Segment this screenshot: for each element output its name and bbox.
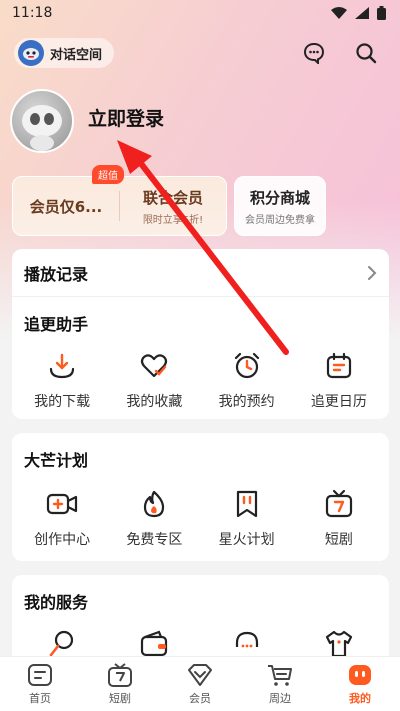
tab-vip-label: 会员 — [189, 692, 211, 705]
bookmark-icon — [230, 487, 264, 521]
tab-merch[interactable]: 周边 — [248, 662, 312, 706]
update-calendar-label: 追更日历 — [310, 394, 367, 410]
mascot-icon — [18, 40, 44, 66]
status-icons — [331, 6, 386, 20]
download-icon — [45, 349, 79, 383]
tab-vip[interactable]: 会员 — [168, 662, 232, 706]
tab-mine-label: 我的 — [349, 692, 371, 705]
mango-plan-title: 大芒计划 — [24, 451, 89, 470]
top-actions — [302, 41, 386, 65]
wifi-icon — [331, 7, 347, 19]
my-favorites-label: 我的收藏 — [126, 394, 183, 410]
creator-center-label: 创作中心 — [34, 532, 91, 548]
video-camera-icon — [45, 487, 79, 521]
tab-home[interactable]: 首页 — [8, 662, 72, 706]
update-calendar-button[interactable]: 追更日历 — [294, 349, 384, 411]
status-bar: 11:18 — [0, 0, 400, 26]
top-row: 对话空间 — [14, 36, 386, 70]
bottom-tab-bar: 首页 短剧 会员 周边 我的 — [0, 656, 400, 711]
login-link[interactable]: 立即登录 — [88, 104, 164, 131]
union-member-subtitle: 限时立享5折! — [142, 214, 204, 226]
value-badge: 超值 — [92, 165, 124, 184]
signal-icon — [355, 7, 369, 19]
history-assistant-card: 播放记录 追更助手 我的下载 我的收藏 我的预约 追更日历 — [12, 249, 389, 419]
member-offer-button[interactable]: 会员仅6... — [13, 177, 119, 235]
tab-home-label: 首页 — [29, 692, 51, 705]
flame-icon — [137, 487, 171, 521]
play-history-label: 播放记录 — [24, 264, 89, 284]
points-mall-subtitle: 会员周边免费拿 — [245, 214, 315, 226]
assistant-grid: 我的下载 我的收藏 我的预约 追更日历 — [12, 349, 389, 411]
my-services-card: 我的服务 — [12, 575, 389, 665]
short-drama-label: 短剧 — [324, 532, 353, 548]
vip-card: 超值 会员仅6... 联合会员 限时立享5折! — [12, 165, 227, 236]
assistant-title: 追更助手 — [24, 315, 89, 334]
my-services-title: 我的服务 — [24, 593, 89, 612]
heart-icon — [137, 349, 171, 383]
tab-short-drama-label: 短剧 — [109, 692, 131, 705]
dialog-space-label: 对话空间 — [50, 47, 103, 63]
tv-icon — [322, 487, 356, 521]
short-drama-button[interactable]: 短剧 — [294, 487, 384, 549]
mango-plan-grid: 创作中心 免费专区 星火计划 短剧 — [12, 487, 389, 549]
tab-short-drama[interactable]: 短剧 — [88, 662, 152, 706]
my-downloads-button[interactable]: 我的下载 — [17, 349, 107, 411]
spark-plan-button[interactable]: 星火计划 — [202, 487, 292, 549]
chevron-right-icon — [368, 265, 377, 280]
alarm-clock-icon — [230, 349, 264, 383]
avatar[interactable] — [10, 89, 74, 153]
profile-header: 立即登录 — [10, 89, 164, 153]
member-offer-title: 会员仅6... — [29, 197, 103, 216]
profile-icon — [346, 662, 374, 688]
union-member-title: 联合会员 — [142, 188, 203, 207]
diamond-icon — [186, 662, 214, 688]
union-member-button[interactable]: 联合会员 限时立享5折! — [120, 177, 226, 235]
my-downloads-label: 我的下载 — [34, 394, 91, 410]
play-history-row[interactable]: 播放记录 — [12, 249, 389, 297]
cart-icon — [266, 662, 294, 688]
spark-plan-label: 星火计划 — [218, 532, 275, 548]
mango-plan-card: 大芒计划 创作中心 免费专区 星火计划 短剧 — [12, 433, 389, 561]
tab-mine[interactable]: 我的 — [328, 662, 392, 706]
dialog-space-button[interactable]: 对话空间 — [14, 38, 115, 68]
points-mall-button[interactable]: 积分商城 会员周边免费拿 — [234, 176, 326, 236]
free-zone-button[interactable]: 免费专区 — [109, 487, 199, 549]
free-zone-label: 免费专区 — [126, 532, 183, 548]
message-icon[interactable] — [302, 41, 326, 65]
calendar-icon — [322, 349, 356, 383]
points-mall-title: 积分商城 — [249, 188, 310, 207]
home-icon — [26, 662, 54, 688]
search-icon[interactable] — [354, 41, 378, 65]
my-reservations-button[interactable]: 我的预约 — [202, 349, 292, 411]
short-drama-icon — [106, 662, 134, 688]
status-time: 11:18 — [12, 5, 53, 21]
battery-icon — [377, 6, 386, 20]
my-favorites-button[interactable]: 我的收藏 — [109, 349, 199, 411]
my-reservations-label: 我的预约 — [218, 394, 275, 410]
tab-merch-label: 周边 — [269, 692, 291, 705]
creator-center-button[interactable]: 创作中心 — [17, 487, 107, 549]
